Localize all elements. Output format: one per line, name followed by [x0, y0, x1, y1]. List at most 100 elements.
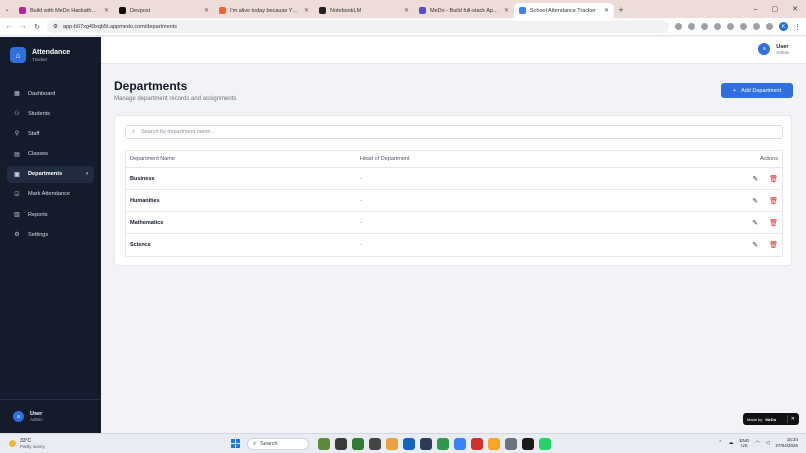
avatar: a — [13, 411, 24, 422]
browser-tab[interactable]: Build with MeDo Hackathon - W ✕ — [14, 3, 114, 18]
browser-tab[interactable]: MeDo - Build full-stack Apps W ✕ — [414, 3, 514, 18]
back-icon[interactable]: ← — [5, 23, 13, 30]
sidebar-item-departments[interactable]: ▣ Departments › — [7, 165, 94, 183]
bar-chart-icon: ▥ — [14, 212, 20, 219]
tab-search-chevron-icon[interactable]: ⌄ — [0, 0, 14, 18]
extension-icons: K ⋮ — [675, 22, 801, 31]
close-tab-icon[interactable]: ✕ — [604, 7, 609, 14]
search-input[interactable]: ⌕ Search by department name... — [125, 125, 783, 139]
sidebar-item-students[interactable]: ⚇ Students — [7, 105, 94, 122]
close-tab-icon[interactable]: ✕ — [104, 7, 109, 14]
close-window-icon[interactable]: ✕ — [792, 5, 798, 13]
department-name: Business — [130, 175, 155, 182]
edit-icon[interactable]: ✎ — [752, 241, 758, 249]
clock[interactable]: 15:24 27/04/2026 — [775, 437, 798, 449]
taskbar-app-icon[interactable] — [386, 438, 398, 450]
taskbar-search[interactable]: ⌕ Search — [247, 438, 309, 450]
taskbar-app-icon[interactable] — [539, 438, 551, 450]
extensions-puzzle-icon[interactable] — [753, 23, 760, 30]
browser-tab[interactable]: School Attendance Tracker ✕ — [514, 3, 614, 18]
row-actions: ✎ 🗑 — [660, 219, 782, 227]
url-text: app-b07xg49xqb5t.appmedo.com/departments — [62, 23, 177, 30]
edit-icon[interactable]: ✎ — [752, 219, 758, 227]
sidebar-item-mark-attendance[interactable]: ☑ Mark Attendance — [7, 186, 94, 203]
book-icon: ▤ — [14, 151, 20, 158]
volume-icon[interactable]: ◁ — [766, 440, 770, 446]
taskbar-app-icon[interactable] — [488, 438, 500, 450]
taskbar-app-icon[interactable] — [522, 438, 534, 450]
taskbar-app-icon[interactable] — [437, 438, 449, 450]
onedrive-icon[interactable]: ☁ — [728, 440, 733, 446]
close-tab-icon[interactable]: ✕ — [504, 7, 509, 14]
taskbar-app-icon[interactable] — [352, 438, 364, 450]
brand: ⌂ Attendance Tracker — [0, 37, 101, 71]
close-tab-icon[interactable]: ✕ — [304, 7, 309, 14]
taskbar-app-icon[interactable] — [403, 438, 415, 450]
edit-icon[interactable]: ✎ — [752, 197, 758, 205]
reload-icon[interactable]: ↻ — [33, 23, 41, 31]
bookmark-star-icon[interactable] — [688, 23, 695, 30]
tab-title: Devpost — [130, 7, 151, 14]
grid-icon: ▦ — [14, 91, 20, 97]
trash-icon[interactable]: 🗑 — [769, 197, 778, 205]
sidebar-item-settings[interactable]: ⚙ Settings — [7, 226, 94, 243]
departments-card: ⌕ Search by department name... Departmen… — [114, 115, 792, 266]
sidebar-item-staff[interactable]: ⚲ Staff — [7, 125, 94, 142]
sidebar-item-label: Classes — [28, 151, 48, 158]
head-of-department: - — [360, 175, 362, 182]
add-department-label: Add Department — [741, 87, 782, 94]
user-role: Admin — [30, 417, 43, 422]
close-icon[interactable]: ✕ — [791, 416, 795, 422]
minimize-icon[interactable]: – — [754, 6, 758, 13]
favicon-icon — [19, 7, 26, 14]
taskbar-app-icon[interactable] — [505, 438, 517, 450]
table-row: Humanities - ✎ 🗑 — [126, 190, 782, 212]
sidebar-item-reports[interactable]: ▥ Reports — [7, 206, 94, 223]
address-bar[interactable]: ⚙ app-b07xg49xqb5t.appmedo.com/departmen… — [47, 20, 669, 33]
language-indicator[interactable]: ENG US — [739, 438, 749, 448]
clipboard-check-icon: ☑ — [14, 191, 20, 198]
site-info-icon[interactable]: ⚙ — [53, 24, 58, 30]
weather-widget[interactable]: 33°C Partly sunny — [9, 438, 45, 449]
taskbar-app-icon[interactable] — [369, 438, 381, 450]
row-actions: ✎ 🗑 — [660, 241, 782, 249]
building-icon: ▣ — [14, 171, 20, 178]
trash-icon[interactable]: 🗑 — [769, 219, 778, 227]
browser-tab[interactable]: NotebookLM ✕ — [314, 3, 414, 18]
kebab-menu-icon[interactable]: ⋮ — [794, 23, 801, 31]
taskbar-app-icon[interactable] — [420, 438, 432, 450]
edit-icon[interactable]: ✎ — [752, 175, 758, 183]
chevron-up-icon[interactable]: ⌃ — [718, 440, 722, 446]
head-of-department: - — [360, 197, 362, 204]
sidepanel-icon[interactable] — [766, 23, 773, 30]
header-user-menu[interactable]: a User Admin — [758, 43, 789, 55]
forward-icon[interactable]: → — [19, 23, 27, 30]
sidebar-item-dashboard[interactable]: ▦ Dashboard — [7, 85, 94, 102]
browser-tab[interactable]: I'm alive today because YOU! ✕ — [214, 3, 314, 18]
new-tab-button[interactable]: + — [614, 3, 628, 18]
extension-icon[interactable] — [727, 23, 734, 30]
password-key-icon[interactable] — [675, 23, 682, 30]
close-tab-icon[interactable]: ✕ — [404, 7, 409, 14]
extension-icon[interactable] — [714, 23, 721, 30]
close-tab-icon[interactable]: ✕ — [204, 7, 209, 14]
sidebar-item-label: Students — [28, 110, 51, 117]
browser-tab[interactable]: Devpost ✕ — [114, 3, 214, 18]
sidebar-item-classes[interactable]: ▤ Classes — [7, 146, 94, 163]
profile-avatar[interactable]: K — [779, 22, 788, 31]
trash-icon[interactable]: 🗑 — [769, 175, 778, 183]
taskbar-app-icon[interactable] — [454, 438, 466, 450]
extension-icon[interactable] — [740, 23, 747, 30]
taskbar-app-icon[interactable] — [335, 438, 347, 450]
lang-bottom: US — [741, 443, 748, 448]
trash-icon[interactable]: 🗑 — [769, 241, 778, 249]
add-department-button[interactable]: + Add Department — [721, 83, 793, 98]
wifi-icon[interactable]: ◠ — [755, 440, 759, 446]
maximize-icon[interactable]: ▢ — [772, 5, 779, 13]
taskbar-app-icon[interactable] — [318, 438, 330, 450]
taskbar-app-icon[interactable] — [471, 438, 483, 450]
sidebar-user[interactable]: a User Admin — [0, 399, 101, 433]
made-by-medo-badge[interactable]: Made by MeDo ✕ — [743, 413, 799, 425]
windows-start-icon[interactable] — [231, 439, 240, 448]
extension-icon[interactable] — [701, 23, 708, 30]
